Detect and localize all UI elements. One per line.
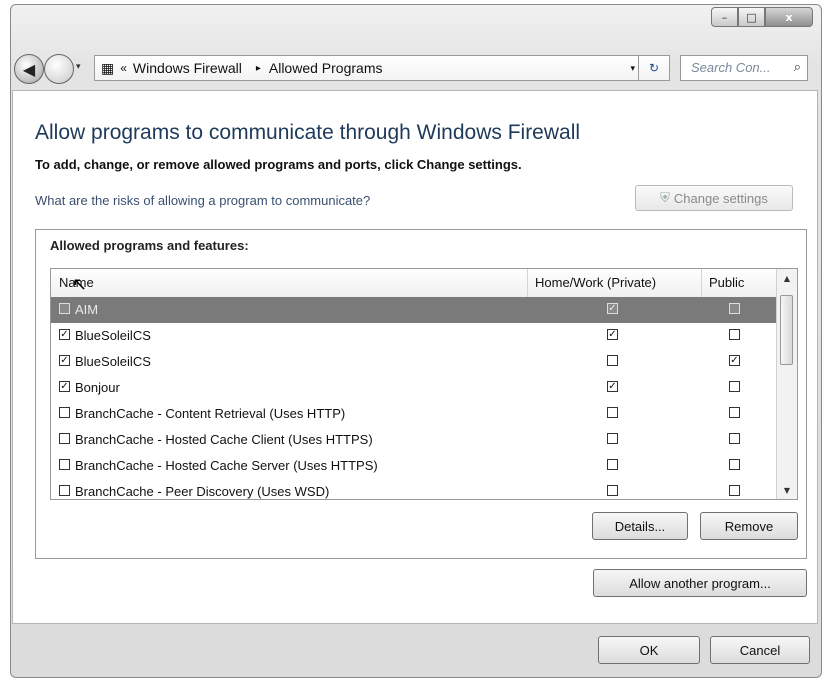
list-header: Name Home/Work (Private) Public: [51, 269, 777, 298]
search-placeholder: Search Con...: [691, 60, 771, 75]
column-header-public[interactable]: Public: [709, 275, 744, 290]
breadcrumb-allowed-programs[interactable]: Allowed Programs: [269, 60, 383, 76]
table-row[interactable]: BranchCache - Content Retrieval (Uses HT…: [51, 401, 777, 427]
shield-icon: ⛨: [660, 190, 670, 205]
cancel-button[interactable]: Cancel: [710, 636, 810, 664]
program-name: BlueSoleilCS: [75, 328, 151, 343]
public-checkbox[interactable]: [729, 329, 740, 340]
public-checkbox[interactable]: ✓: [729, 355, 740, 366]
home-checkbox[interactable]: [607, 407, 618, 418]
program-name: AIM: [75, 302, 99, 317]
scroll-up-icon[interactable]: ▲: [777, 269, 797, 287]
program-name: BlueSoleilCS: [75, 354, 151, 369]
vertical-scrollbar[interactable]: ▲ ▼: [776, 269, 797, 499]
risks-link[interactable]: What are the risks of allowing a program…: [35, 193, 370, 208]
breadcrumb-overflow[interactable]: «: [120, 61, 127, 75]
forward-button[interactable]: [44, 54, 74, 84]
content-pane: Allow programs to communicate through Wi…: [12, 90, 818, 624]
table-row[interactable]: BranchCache - Hosted Cache Client (Uses …: [51, 427, 777, 453]
enabled-checkbox[interactable]: ✓: [59, 381, 70, 392]
details-button[interactable]: Details...: [592, 512, 688, 540]
allowed-programs-group: Allowed programs and features: Name Home…: [35, 229, 807, 559]
minimize-button[interactable]: –: [711, 7, 738, 27]
change-settings-button[interactable]: ⛨ Change settings: [635, 185, 793, 211]
public-checkbox[interactable]: [729, 433, 740, 444]
public-checkbox[interactable]: [729, 381, 740, 392]
home-checkbox[interactable]: [607, 459, 618, 470]
scroll-thumb[interactable]: [780, 295, 793, 365]
home-checkbox[interactable]: [607, 355, 618, 366]
search-icon[interactable]: ⌕: [794, 59, 801, 75]
change-settings-label: Change settings: [673, 190, 768, 206]
enabled-checkbox[interactable]: [59, 407, 70, 418]
table-row[interactable]: BranchCache - Peer Discovery (Uses WSD): [51, 479, 777, 499]
back-button[interactable]: ◀: [14, 54, 44, 84]
table-row[interactable]: ✓ BlueSoleilCS ✓: [51, 349, 777, 375]
program-name: BranchCache - Content Retrieval (Uses HT…: [75, 406, 346, 421]
refresh-button[interactable]: ↻: [638, 56, 669, 80]
enabled-checkbox[interactable]: [59, 303, 70, 314]
home-checkbox[interactable]: [607, 433, 618, 444]
enabled-checkbox[interactable]: ✓: [59, 329, 70, 340]
dialog-footer: OK Cancel: [12, 630, 818, 674]
table-row[interactable]: ✓ BlueSoleilCS ✓: [51, 323, 777, 349]
home-checkbox[interactable]: [607, 485, 618, 496]
enabled-checkbox[interactable]: ✓: [59, 355, 70, 366]
program-name: BranchCache - Hosted Cache Server (Uses …: [75, 458, 378, 473]
remove-button[interactable]: Remove: [700, 512, 798, 540]
public-checkbox[interactable]: [729, 485, 740, 496]
enabled-checkbox[interactable]: [59, 485, 70, 496]
column-divider[interactable]: [701, 269, 702, 297]
home-checkbox[interactable]: ✓: [607, 303, 618, 314]
column-header-home[interactable]: Home/Work (Private): [535, 275, 656, 290]
page-title: Allow programs to communicate through Wi…: [35, 121, 581, 144]
table-row[interactable]: AIM ✓: [51, 297, 777, 323]
recent-pages-dropdown[interactable]: ▾: [76, 62, 81, 72]
scroll-down-icon[interactable]: ▼: [777, 481, 797, 499]
breadcrumb-windows-firewall[interactable]: Windows Firewall: [133, 60, 242, 76]
public-checkbox[interactable]: [729, 407, 740, 418]
close-button[interactable]: x: [765, 7, 813, 27]
table-row[interactable]: BranchCache - Hosted Cache Server (Uses …: [51, 453, 777, 479]
public-checkbox[interactable]: [729, 303, 740, 314]
navigation-bar: ◀ ▾ ▦ « Windows Firewall ▸ Allowed Progr…: [14, 52, 810, 84]
back-arrow-icon: ◀: [22, 59, 36, 79]
public-checkbox[interactable]: [729, 459, 740, 470]
allow-another-program-button[interactable]: Allow another program...: [593, 569, 807, 597]
enabled-checkbox[interactable]: [59, 459, 70, 470]
home-checkbox[interactable]: ✓: [607, 329, 618, 340]
mouse-cursor-icon: ↖: [72, 274, 88, 295]
window-controls: – □ x: [711, 7, 813, 27]
search-input[interactable]: Search Con... ⌕: [680, 55, 808, 81]
address-dropdown-icon[interactable]: ▾: [630, 63, 635, 74]
address-bar[interactable]: ▦ « Windows Firewall ▸ Allowed Programs …: [94, 55, 670, 81]
home-checkbox[interactable]: ✓: [607, 381, 618, 392]
program-name: BranchCache - Peer Discovery (Uses WSD): [75, 484, 330, 499]
enabled-checkbox[interactable]: [59, 433, 70, 444]
program-name: BranchCache - Hosted Cache Client (Uses …: [75, 432, 373, 447]
program-name: Bonjour: [75, 380, 120, 395]
page-subtitle: To add, change, or remove allowed progra…: [35, 157, 522, 172]
maximize-button[interactable]: □: [738, 7, 765, 27]
ok-button[interactable]: OK: [598, 636, 700, 664]
table-row[interactable]: ✓ Bonjour ✓: [51, 375, 777, 401]
breadcrumb-separator-icon[interactable]: ▸: [256, 63, 261, 74]
control-panel-icon: ▦: [101, 59, 115, 76]
programs-list[interactable]: Name Home/Work (Private) Public AIM ✓ ✓ …: [50, 268, 798, 500]
column-divider[interactable]: [527, 269, 528, 297]
group-label: Allowed programs and features:: [50, 238, 249, 253]
